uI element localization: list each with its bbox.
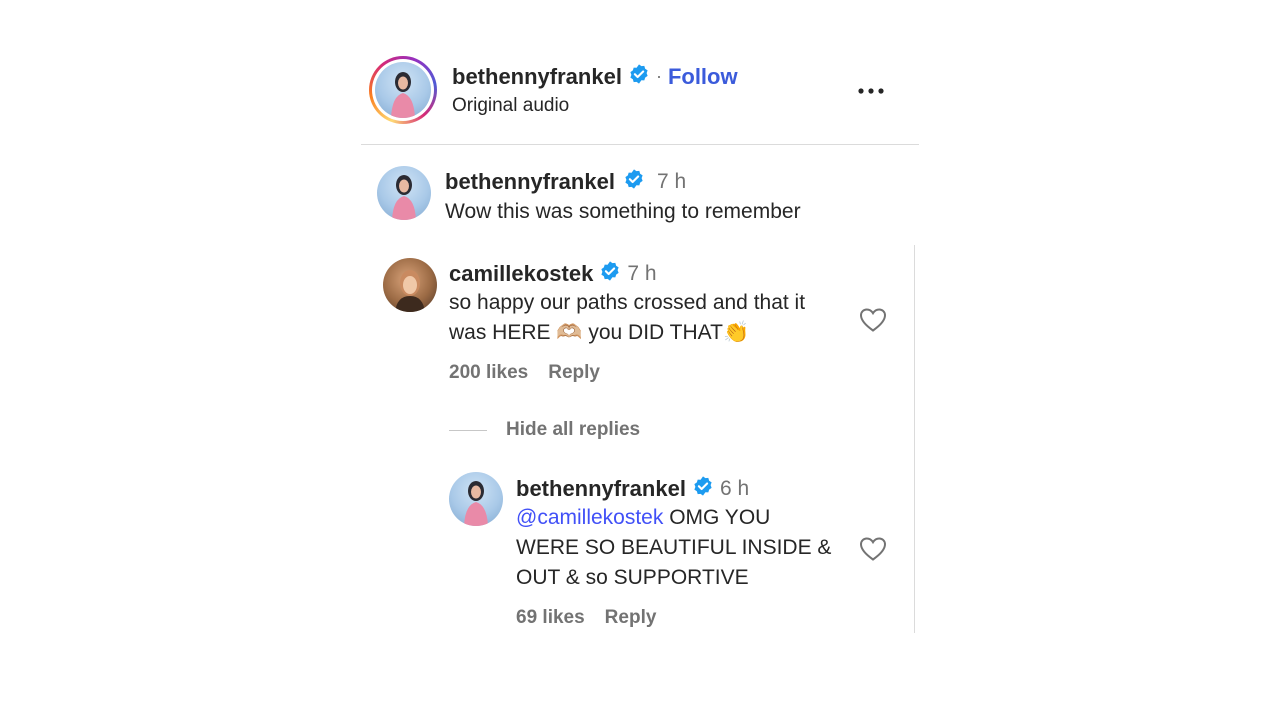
reply-text-line: OUT & so SUPPORTIVE	[516, 566, 749, 589]
verified-badge-icon	[692, 475, 714, 502]
caption-username[interactable]: bethennyfrankel	[445, 169, 615, 195]
comment-likes[interactable]: 200 likes	[449, 362, 528, 384]
reply-comment: bethennyfrankel 6 h @camillekostek OMG Y…	[361, 465, 914, 633]
hide-replies-line	[449, 429, 487, 431]
reply-avatar[interactable]	[449, 472, 503, 526]
mention-link[interactable]: @camillekostek	[516, 506, 663, 529]
hide-replies-button[interactable]: Hide all replies	[506, 419, 640, 441]
reply-text: @camillekostek OMG YOU WERE SO BEAUTIFUL…	[516, 503, 856, 593]
header-username[interactable]: bethennyfrankel	[452, 64, 622, 90]
caption-text: Wow this was something to remember	[445, 200, 801, 223]
hide-replies-row[interactable]: Hide all replies	[449, 417, 640, 443]
comment-text-segment: you DID THAT	[582, 321, 723, 344]
follow-button[interactable]: Follow	[668, 64, 738, 90]
profile-avatar	[375, 62, 431, 118]
post-header: bethennyfrankel · Follow Original audio	[361, 45, 919, 145]
reply-time: 6 h	[719, 476, 750, 500]
comment-avatar[interactable]	[383, 258, 437, 312]
more-options-icon[interactable]	[855, 79, 887, 103]
caption-time: 7 h	[656, 169, 687, 193]
comment-text: so happy our paths crossed and that it w…	[449, 288, 859, 348]
heart-hands-emoji: 🫶🏼	[556, 321, 583, 344]
reply-text-line: WERE SO BEAUTIFUL INSIDE &	[516, 536, 832, 559]
verified-badge-icon	[628, 63, 650, 90]
header-subtitle[interactable]: Original audio	[452, 95, 569, 117]
comment-text-segment: was HERE	[449, 321, 557, 344]
heart-outline-icon[interactable]	[859, 307, 887, 333]
caption: bethennyfrankel 7 h Wow this was somethi…	[361, 150, 919, 232]
clapping-hands-emoji: 👏	[722, 321, 750, 344]
verified-badge-icon	[623, 168, 645, 195]
reply-likes[interactable]: 69 likes	[516, 607, 585, 629]
reply-button[interactable]: Reply	[605, 607, 657, 629]
heart-outline-icon[interactable]	[859, 536, 887, 562]
header-separator: ·	[655, 66, 662, 86]
comment: camillekostek 7 h so happy our paths cro…	[361, 245, 914, 395]
reply-text-segment: OMG YOU	[663, 506, 771, 529]
comments-panel[interactable]: camillekostek 7 h so happy our paths cro…	[361, 245, 915, 633]
comment-text-line: so happy our paths crossed and that it	[449, 291, 806, 314]
reply-button[interactable]: Reply	[548, 362, 600, 384]
reply-username[interactable]: bethennyfrankel	[516, 476, 686, 502]
header-divider	[361, 144, 919, 145]
comment-username[interactable]: camillekostek	[449, 261, 593, 287]
comment-time: 7 h	[627, 261, 657, 285]
profile-story-ring[interactable]	[369, 56, 437, 124]
caption-avatar[interactable]	[377, 166, 431, 220]
verified-badge-icon	[599, 260, 621, 287]
